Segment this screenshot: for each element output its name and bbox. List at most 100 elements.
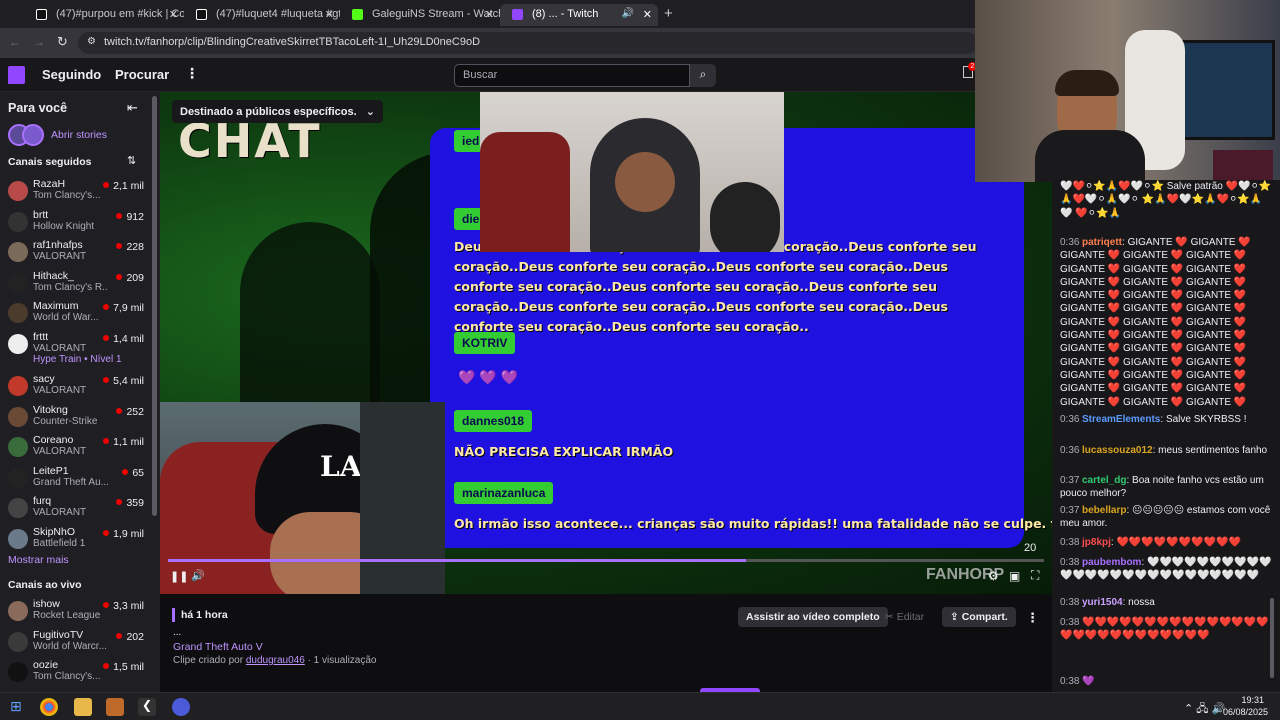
chat-username[interactable]: lucassouza012 <box>1082 445 1153 456</box>
tab-1[interactable]: (47)#purpou em #kick | Com a ✕ <box>24 4 184 26</box>
nav-browse[interactable]: Procurar <box>115 67 169 82</box>
clip-creator-link[interactable]: dudugrau046 <box>246 655 305 666</box>
game-link[interactable]: Grand Theft Auto V <box>173 641 263 653</box>
speaker-icon[interactable]: 🔊 <box>622 8 634 19</box>
sidebar-channel-oozie[interactable]: oozie Tom Clancy's... 1,5 mil <box>0 658 150 688</box>
show-more-link[interactable]: Mostrar mais <box>8 554 69 566</box>
sidebar-channel-razah[interactable]: RazaH Tom Clancy's... 2,1 mil <box>0 177 150 207</box>
audience-warning-button[interactable]: Destinado a públicos específicos. ⌄ <box>172 100 383 123</box>
close-icon[interactable]: ✕ <box>485 8 494 21</box>
reload-icon[interactable]: ↻ <box>57 34 68 50</box>
back-icon[interactable]: ← <box>9 35 21 49</box>
chat-timestamp: 0:38 <box>1060 676 1080 687</box>
channel-game: Grand Theft Au... <box>33 476 108 488</box>
tab-4-active[interactable]: (8) ... - Twitch 🔊 ✕ <box>500 4 658 26</box>
keyboard-lights <box>1213 150 1273 180</box>
search-button[interactable]: ⌕ <box>690 64 716 87</box>
channel-game: VALORANT <box>33 507 87 518</box>
app-icon[interactable] <box>106 698 124 716</box>
seek-bar[interactable] <box>168 559 1044 562</box>
close-icon[interactable]: ✕ <box>643 8 652 21</box>
new-tab-button[interactable]: + <box>664 5 673 22</box>
chat-username[interactable]: jp8kpj <box>1082 537 1111 548</box>
stories-avatars[interactable] <box>8 124 46 146</box>
audience-warning-label: Destinado a públicos específicos. <box>180 106 357 118</box>
chat-timestamp: 0:36 <box>1060 414 1080 425</box>
clip-creator-line: Clipe criado por dudugrau046 · 1 visuali… <box>173 655 376 666</box>
share-button[interactable]: ⇪ Compart. <box>942 607 1016 627</box>
channel-name: frttt <box>33 330 49 343</box>
discord-icon[interactable] <box>172 698 190 716</box>
clip-age: há 1 hora <box>181 609 228 621</box>
volume-icon[interactable]: 🔊 <box>191 569 205 582</box>
sidebar-channel-maximum[interactable]: Maximum World of War... 7,9 mil <box>0 299 150 329</box>
chat-username[interactable]: paubembom <box>1082 557 1141 568</box>
video-player[interactable]: CHAT ied die Deus conforte seu coração..… <box>160 92 1052 594</box>
seek-bar-fill <box>168 559 747 562</box>
chat-text: meus sentimentos fanho <box>1158 445 1268 456</box>
sidebar-channel-furq[interactable]: furq VALORANT 359 <box>0 494 150 524</box>
sidebar-channel-vitokng[interactable]: Vitokng Counter-Strike 252 <box>0 403 150 433</box>
scissors-icon: ✂ <box>885 611 897 623</box>
channel-game: Counter-Strike <box>33 415 98 427</box>
sidebar-channel-leitep1[interactable]: LeiteP1 Grand Theft Au... 65 <box>0 464 150 494</box>
sidebar-channel-skipnho[interactable]: SkipNhO Battlefield 1 1,9 mil <box>0 525 150 555</box>
channel-game: World of Warcr... <box>33 640 107 652</box>
theatre-mode-icon[interactable]: ▣ <box>1009 569 1020 583</box>
overlay-message-3: NÃO PRECISA EXPLICAR IRMÃO <box>454 444 674 459</box>
tab-2[interactable]: (47)#luquet4 #luqueta #gtarp | ✕ <box>184 4 340 26</box>
chat-username[interactable]: yuri1504 <box>1082 597 1123 608</box>
file-explorer-icon[interactable] <box>74 698 92 716</box>
sidebar-channel-raf1nhafps[interactable]: raf1nhafps VALORANT 228 <box>0 238 150 268</box>
tab-3[interactable]: GaleguiNS Stream - Watch Live ✕ <box>340 4 500 26</box>
channel-game: VALORANT <box>33 342 87 354</box>
search-input[interactable]: Buscar <box>454 64 690 87</box>
chat-timestamp: 0:37 <box>1060 475 1080 486</box>
sidebar-for-you-title: Para você <box>8 101 68 115</box>
chrome-icon[interactable] <box>40 698 58 716</box>
url-field[interactable]: ⚙ twitch.tv/fanhorp/clip/BlindingCreativ… <box>78 32 978 54</box>
avatar <box>8 181 28 201</box>
collapse-sidebar-icon[interactable]: ⇤ <box>127 100 138 116</box>
more-menu-icon[interactable]: ⋮ <box>185 65 199 82</box>
open-stories-link[interactable]: Abrir stories <box>51 129 107 141</box>
watch-full-video-button[interactable]: Assistir ao vídeo completo <box>738 607 888 627</box>
channel-name: LeiteP1 <box>33 464 69 477</box>
tab-1-title: (47)#purpou em #kick | Com a <box>56 8 184 20</box>
hair <box>1055 70 1119 96</box>
settings-icon[interactable]: ⚙ <box>988 569 999 583</box>
sidebar-channel-coreano[interactable]: Coreano VALORANT 1,1 mil <box>0 433 150 463</box>
sidebar-channel-brtt[interactable]: brtt Hollow Knight 912 <box>0 208 150 238</box>
close-icon[interactable]: ✕ <box>325 8 334 21</box>
chat-username[interactable]: bebellarp <box>1082 505 1126 516</box>
more-options-icon[interactable]: ⋮ <box>1026 610 1039 626</box>
fullscreen-icon[interactable]: ⛶ <box>1031 568 1039 583</box>
sidebar-scrollbar[interactable] <box>152 96 157 516</box>
sidebar-channel-sacy[interactable]: sacy VALORANT 5,4 mil <box>0 372 150 402</box>
sort-icon[interactable]: ⇅ <box>127 154 136 167</box>
chat-username[interactable]: StreamElements <box>1082 414 1160 425</box>
chat-text: nossa <box>1128 597 1155 608</box>
clock-date: 06/08/2025 <box>1222 707 1268 717</box>
chat-scrollbar[interactable] <box>1270 598 1274 678</box>
viewer-count: 252 <box>116 406 144 418</box>
avatar <box>8 437 28 457</box>
windows-start-icon[interactable]: ⊞ <box>10 698 22 715</box>
forward-icon[interactable]: → <box>33 35 45 49</box>
chat-username[interactable]: cartel_dg <box>1082 475 1126 486</box>
sidebar-channel-ishow[interactable]: ishow Rocket League 3,3 mil <box>0 597 150 627</box>
site-info-icon[interactable]: ⚙ <box>87 36 96 47</box>
sidebar-channel-hithack_[interactable]: Hithack_ Tom Clancy's R... 209 <box>0 269 150 299</box>
chat-username[interactable]: patriqett <box>1082 237 1122 248</box>
channel-name: FugitivoTV <box>33 628 84 641</box>
avatar <box>8 406 28 427</box>
chat-timestamp: 0:36 <box>1060 237 1080 248</box>
back-app-icon[interactable]: ❮ <box>138 698 156 716</box>
nav-following[interactable]: Seguindo <box>42 67 101 82</box>
sidebar-channel-fugitivotv[interactable]: FugitivoTV World of Warcr... 202 <box>0 628 150 658</box>
pause-icon[interactable]: ❚❚ <box>170 570 188 583</box>
twitch-icon <box>512 9 523 20</box>
close-icon[interactable]: ✕ <box>169 8 178 21</box>
twitch-logo-icon[interactable] <box>8 66 25 84</box>
viewer-count: 912 <box>116 211 144 223</box>
